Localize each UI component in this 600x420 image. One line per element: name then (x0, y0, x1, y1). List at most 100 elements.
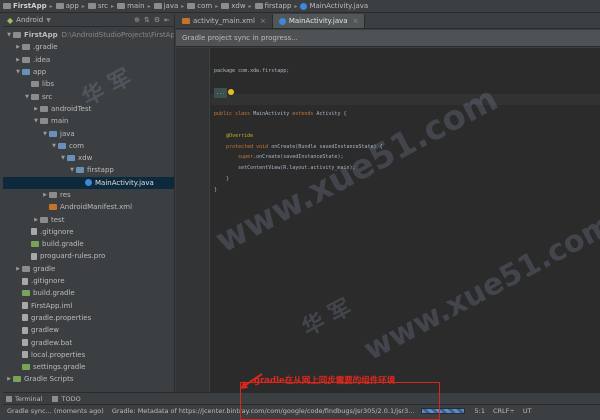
close-icon[interactable]: × (260, 17, 266, 25)
breadcrumb-item[interactable]: java ▸ (153, 2, 184, 10)
code-text[interactable]: package com.xdw.firstapp; ... public cla… (214, 66, 383, 196)
expanded-arrow-icon[interactable]: ▼ (32, 118, 40, 124)
collapsed-arrow-icon[interactable]: ▶ (14, 266, 22, 272)
folder-icon (22, 44, 30, 51)
editor-tab[interactable]: MainActivity.java × (272, 14, 366, 28)
folder-icon (55, 3, 64, 9)
tree-node[interactable]: MainActivity.java (3, 176, 174, 189)
chevron-down-icon: ▼ (46, 16, 51, 24)
tree-node-label: test (51, 215, 65, 224)
breadcrumb-label: java (163, 2, 179, 10)
text-file-icon (31, 228, 37, 236)
expanded-arrow-icon[interactable]: ▼ (23, 94, 31, 100)
code-editor[interactable]: package com.xdw.firstapp; ... public cla… (176, 48, 600, 392)
tree-node[interactable]: ▶ Gradle Scripts (3, 373, 174, 385)
project-panel-tools: ⊕ ⇅ ⚙ ⇤ (134, 16, 174, 24)
close-icon[interactable]: × (353, 17, 359, 25)
breadcrumb-item[interactable]: app ▸ (55, 2, 85, 10)
folder-icon (49, 192, 57, 198)
tree-node[interactable]: ▶ androidTest (3, 103, 174, 115)
tree-node[interactable]: ▼ app (3, 66, 174, 78)
expanded-arrow-icon[interactable]: ▼ (5, 32, 13, 38)
method-signature: onCreate(Bundle savedInstanceState) { (268, 143, 383, 150)
tree-node[interactable]: gradlew (3, 324, 174, 336)
collapse-icon[interactable]: ⇅ (144, 16, 150, 24)
line-separator[interactable]: CRLF÷ (493, 407, 515, 415)
tree-node[interactable]: ▶ .idea (3, 54, 174, 66)
project-view-selector[interactable]: ◆ Android ▼ ⊕ ⇅ ⚙ ⇤ (3, 14, 174, 27)
tool-window-button[interactable]: TODO (52, 395, 81, 403)
tree-node-label: build.gradle (42, 240, 84, 249)
tree-node[interactable]: proguard-rules.pro (3, 250, 174, 262)
tree-node[interactable]: ▼ xdw (3, 152, 174, 164)
code-line: package com.xdw.firstapp; (214, 68, 289, 74)
tree-node[interactable]: build.gradle (3, 287, 174, 299)
breadcrumb-item[interactable]: main ▸ (117, 2, 151, 10)
tool-window-button[interactable]: Terminal (6, 395, 42, 403)
status-message[interactable]: Gradle sync... (moments ago) (7, 407, 104, 415)
tree-node[interactable]: ▼ FirstApp D:\AndroidStudioProjects\FirstA… (3, 29, 174, 41)
gradle-progress-text[interactable]: Gradle: Metadata of https://jcenter.bint… (112, 407, 415, 415)
import-fold[interactable]: ... (214, 87, 228, 99)
tree-node-label: androidTest (51, 104, 92, 113)
tree-node[interactable]: FirstApp.iml (3, 300, 174, 312)
sync-banner-text: Gradle project sync in progress... (182, 34, 298, 42)
tree-node-label: xdw (78, 154, 93, 163)
file-encoding[interactable]: UT (523, 407, 532, 415)
tree-node[interactable]: ▶ test (3, 213, 174, 225)
collapsed-arrow-icon[interactable]: ▶ (5, 376, 13, 382)
tree-node[interactable]: libs (3, 78, 174, 90)
tree-node[interactable]: ▼ firstapp (3, 164, 174, 176)
tree-node[interactable]: ▼ java (3, 127, 174, 139)
collapsed-arrow-icon[interactable]: ▶ (14, 57, 22, 63)
tree-node[interactable]: .gitignore (3, 275, 174, 287)
class-name: MainActivity (250, 111, 293, 118)
progress-bar[interactable] (420, 408, 465, 414)
tree-node-label: firstapp (87, 166, 114, 175)
expanded-arrow-icon[interactable]: ▼ (14, 69, 22, 75)
tree-node-label: libs (42, 80, 54, 89)
expanded-arrow-icon[interactable]: ▼ (59, 155, 67, 161)
sync-icon[interactable]: ⊕ (134, 16, 140, 24)
lightbulb-icon[interactable] (228, 89, 235, 96)
tree-node[interactable]: gradlew.bat (3, 336, 174, 348)
hide-icon[interactable]: ⇤ (164, 16, 170, 24)
tree-node[interactable]: ▼ main (3, 115, 174, 127)
collapsed-arrow-icon[interactable]: ▶ (32, 106, 40, 112)
tree-node[interactable]: settings.gradle (3, 361, 174, 373)
caret-position[interactable]: 5:1 (475, 407, 485, 415)
editor-tab[interactable]: activity_main.xml × (176, 14, 273, 28)
breadcrumb-item[interactable]: MainActivity.java (300, 2, 368, 10)
gear-icon[interactable]: ⚙ (154, 16, 160, 24)
super-call: .onCreate(savedInstanceState); (253, 154, 344, 161)
editor-gutter[interactable] (176, 48, 210, 392)
text-file-icon (22, 277, 28, 285)
tree-node[interactable]: ▶ res (3, 189, 174, 201)
collapsed-arrow-icon[interactable]: ▶ (14, 44, 22, 50)
collapsed-arrow-icon[interactable]: ▶ (32, 217, 40, 223)
tree-node-label: app (33, 68, 47, 77)
tree-node-label: Gradle Scripts (24, 375, 74, 384)
collapsed-arrow-icon[interactable]: ▶ (41, 192, 49, 198)
breadcrumb-item[interactable]: com ▸ (187, 2, 218, 10)
keyword: super (238, 154, 254, 161)
tree-node[interactable]: ▶ gradle (3, 263, 174, 275)
tree-node-label: FirstApp (24, 31, 58, 40)
breadcrumb-label: xdw (231, 2, 246, 10)
tree-node[interactable]: AndroidManifest.xml (3, 201, 174, 213)
breadcrumb-item[interactable]: src ▸ (87, 2, 114, 10)
breadcrumb-item[interactable]: xdw ▸ (221, 2, 252, 10)
tree-node[interactable]: ▶ .gradle (3, 41, 174, 53)
tree-node[interactable]: ▼ src (3, 90, 174, 102)
tree-node[interactable]: build.gradle (3, 238, 174, 250)
expanded-arrow-icon[interactable]: ▼ (41, 131, 49, 137)
class-decl-rest: Activity { (313, 111, 347, 118)
breadcrumb-item[interactable]: FirstApp ▸ (3, 2, 53, 10)
expanded-arrow-icon[interactable]: ▼ (50, 143, 58, 149)
tree-node[interactable]: gradle.properties (3, 312, 174, 324)
tree-node[interactable]: .gitignore (3, 226, 174, 238)
breadcrumb-item[interactable]: firstapp ▸ (254, 2, 297, 10)
expanded-arrow-icon[interactable]: ▼ (68, 167, 76, 173)
tree-node[interactable]: ▼ com (3, 140, 174, 152)
tree-node[interactable]: local.properties (3, 349, 174, 361)
